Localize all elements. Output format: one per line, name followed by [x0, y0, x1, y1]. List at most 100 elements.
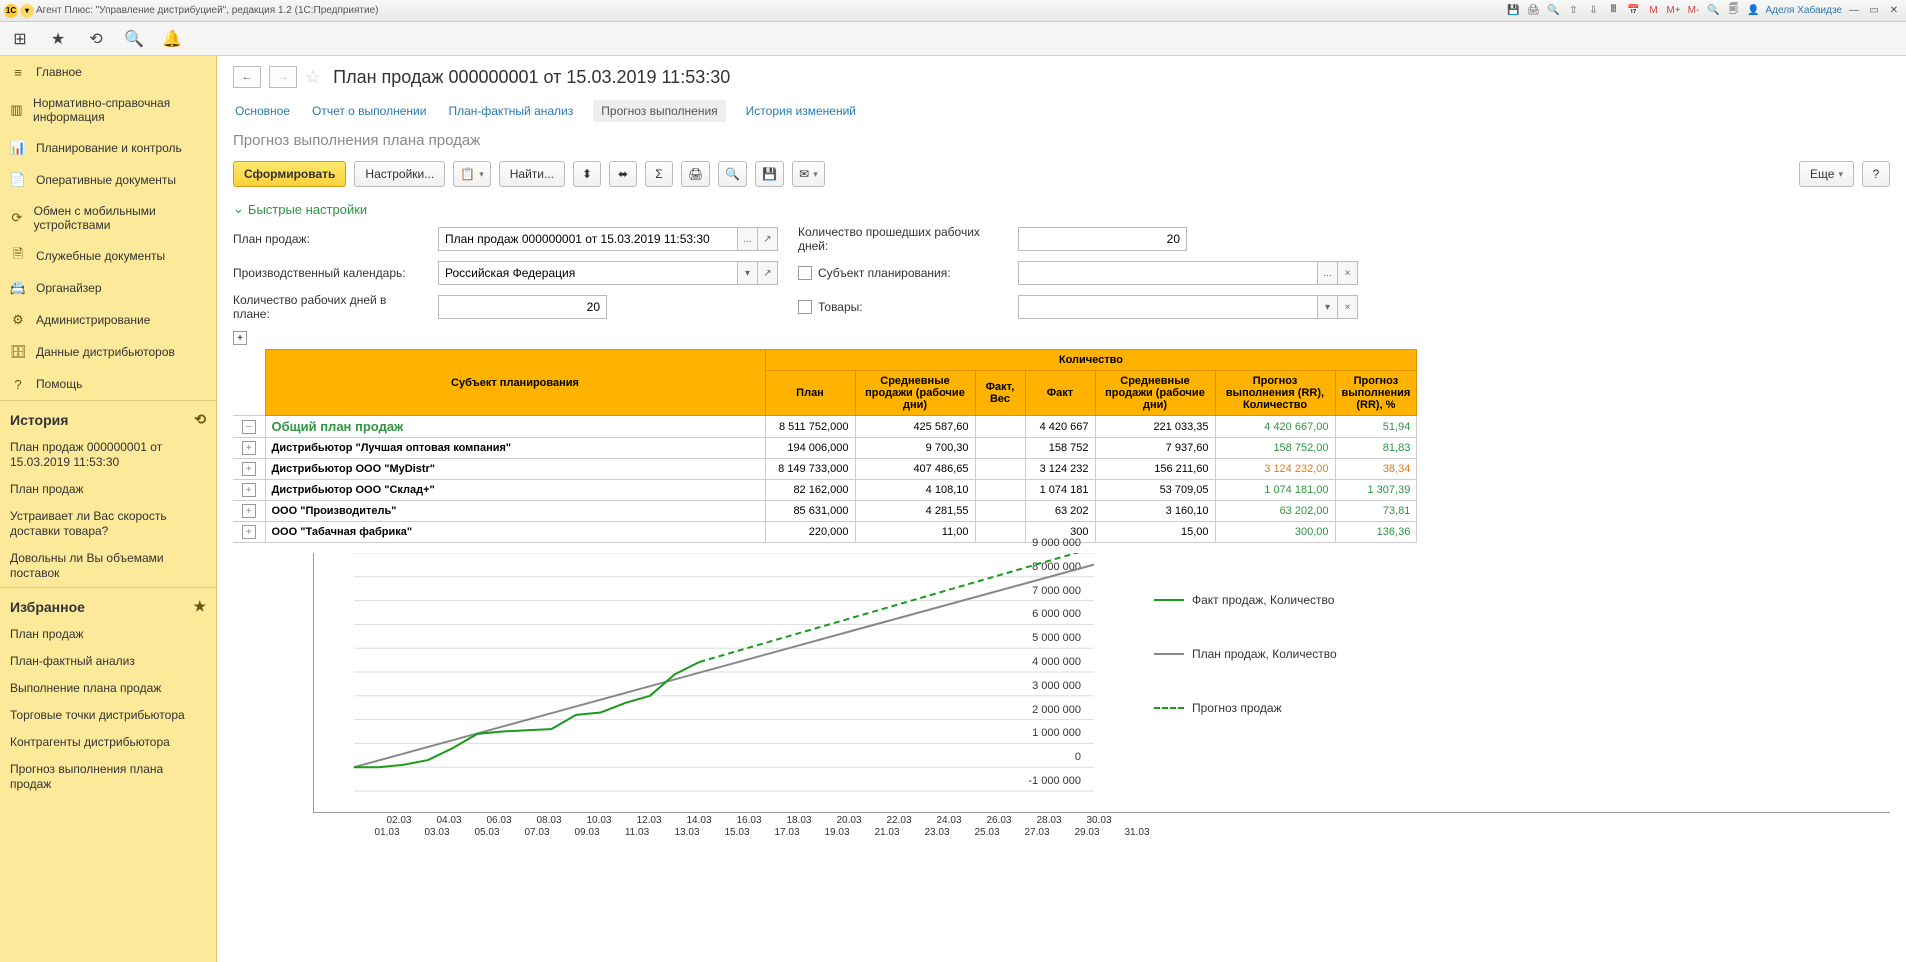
subject-input[interactable]	[1018, 261, 1318, 285]
history-item[interactable]: План продаж 000000001 от 15.03.2019 11:5…	[0, 434, 216, 476]
nav-label: Данные дистрибьюторов	[36, 345, 175, 359]
row-expand-button[interactable]: +	[242, 525, 256, 539]
nav-item[interactable]: 🗎Служебные документы	[0, 240, 216, 272]
col-plan: План	[765, 371, 855, 416]
collapse-button[interactable]: ⬌	[609, 161, 637, 187]
tab[interactable]: Отчет о выполнении	[310, 100, 428, 122]
save-button[interactable]: 💾	[755, 161, 784, 187]
tab[interactable]: История изменений	[744, 100, 858, 122]
subject-clear-button[interactable]: ×	[1338, 261, 1358, 285]
tab[interactable]: Прогноз выполнения	[593, 100, 725, 122]
table-row[interactable]: + Дистрибьютор "Лучшая оптовая компания"…	[233, 438, 1417, 459]
col-fact: Факт	[1025, 371, 1095, 416]
favorite-item[interactable]: Выполнение плана продаж	[0, 675, 216, 702]
favorite-item[interactable]: Прогноз выполнения плана продаж	[0, 756, 216, 798]
windows-icon[interactable]: 🗐	[1725, 3, 1741, 19]
favorite-item[interactable]: Контрагенты дистрибьютора	[0, 729, 216, 756]
row-expand-button[interactable]: –	[242, 420, 256, 434]
preview-icon[interactable]: 🔍	[1545, 3, 1561, 19]
sum-button[interactable]: Σ	[645, 161, 673, 187]
favorite-item[interactable]: План-фактный анализ	[0, 648, 216, 675]
plan-open-button[interactable]: ↗	[758, 227, 778, 251]
subject-select-button[interactable]: ...	[1318, 261, 1338, 285]
nav-item[interactable]: 📄Оперативные документы	[0, 164, 216, 196]
expand-all-button[interactable]: +	[233, 331, 247, 345]
favorite-item[interactable]: Торговые точки дистрибьютора	[0, 702, 216, 729]
calendar-icon[interactable]: 📅	[1625, 3, 1641, 19]
upload-icon[interactable]: ⇧	[1565, 3, 1581, 19]
search-icon[interactable]: 🔍	[124, 29, 144, 49]
calendar-open-button[interactable]: ↗	[758, 261, 778, 285]
nav-item[interactable]: ⚙Администрирование	[0, 304, 216, 336]
nav-item[interactable]: ?Помощь	[0, 368, 216, 400]
nav-item[interactable]: 📊Планирование и контроль	[0, 132, 216, 164]
email-button[interactable]: ✉▾	[792, 161, 825, 187]
passed-input[interactable]	[1018, 227, 1187, 251]
preview-button[interactable]: 🔍	[718, 161, 747, 187]
table-row[interactable]: + ООО "Табачная фабрика"220,00011,003001…	[233, 522, 1417, 543]
find-button[interactable]: Найти...	[499, 161, 565, 187]
goods-input[interactable]	[1018, 295, 1318, 319]
zoom-icon[interactable]: 🔍	[1705, 3, 1721, 19]
m-icon[interactable]: M	[1645, 3, 1661, 19]
history-item[interactable]: Устраивает ли Вас скорость доставки това…	[0, 503, 216, 545]
table-row[interactable]: – Общий план продаж8 511 752,000425 587,…	[233, 416, 1417, 438]
nav-item[interactable]: ≡Главное	[0, 56, 216, 88]
mminus-icon[interactable]: M-	[1685, 3, 1701, 19]
app-icon-2: ▾	[20, 4, 34, 18]
goods-clear-button[interactable]: ×	[1338, 295, 1358, 319]
workdays-input[interactable]	[438, 295, 607, 319]
help-button[interactable]: ?	[1862, 161, 1890, 187]
maximize-icon[interactable]: ▭	[1866, 3, 1882, 19]
history-item[interactable]: План продаж	[0, 476, 216, 503]
history-icon[interactable]: ⟲	[86, 29, 106, 49]
star-icon[interactable]: ★	[48, 29, 68, 49]
settings-button[interactable]: Настройки...	[354, 161, 445, 187]
calendar-label: Производственный календарь:	[233, 266, 418, 280]
expand-button[interactable]: ⬍	[573, 161, 601, 187]
table-row[interactable]: + Дистрибьютор ООО "Склад+"82 162,0004 1…	[233, 480, 1417, 501]
print-button[interactable]: 🖨	[681, 161, 710, 187]
favorites-star-icon[interactable]: ★	[193, 598, 206, 615]
table-row[interactable]: + ООО "Производитель"85 631,0004 281,556…	[233, 501, 1417, 522]
quick-settings-header[interactable]: ⌄ Быстрые настройки	[233, 201, 1890, 217]
favorite-star-icon[interactable]: ☆	[305, 67, 321, 88]
plan-select-button[interactable]: ...	[738, 227, 758, 251]
paste-button[interactable]: 📋▾	[453, 161, 490, 187]
print-icon[interactable]: 🖨	[1525, 3, 1541, 19]
row-expand-button[interactable]: +	[242, 504, 256, 518]
favorite-item[interactable]: План продаж	[0, 621, 216, 648]
row-expand-button[interactable]: +	[242, 441, 256, 455]
history-reload-icon[interactable]: ⟲	[194, 411, 206, 428]
goods-dd-button[interactable]: ▾	[1318, 295, 1338, 319]
bell-icon[interactable]: 🔔	[162, 29, 182, 49]
plan-input[interactable]	[438, 227, 738, 251]
generate-button[interactable]: Сформировать	[233, 161, 346, 187]
nav-back-button[interactable]: ←	[233, 66, 261, 88]
tab[interactable]: Основное	[233, 100, 292, 122]
download-icon[interactable]: ⇩	[1585, 3, 1601, 19]
calendar-input[interactable]	[438, 261, 738, 285]
goods-checkbox[interactable]	[798, 300, 812, 314]
nav-item[interactable]: ⟳Обмен с мобильными устройствами	[0, 196, 216, 240]
nav-item[interactable]: 🗄Данные дистрибьюторов	[0, 336, 216, 368]
apps-icon[interactable]: ⊞	[10, 29, 30, 49]
row-expand-button[interactable]: +	[242, 462, 256, 476]
more-button[interactable]: Еще▾	[1799, 161, 1854, 187]
save-icon[interactable]: 💾	[1505, 3, 1521, 19]
user-name[interactable]: Аделя Хабаидзе	[1765, 5, 1842, 16]
plan-label: План продаж:	[233, 232, 418, 246]
nav-item[interactable]: ▥Нормативно-справочная информация	[0, 88, 216, 132]
table-row[interactable]: + Дистрибьютор ООО "MyDistr"8 149 733,00…	[233, 459, 1417, 480]
subject-checkbox[interactable]	[798, 266, 812, 280]
nav-item[interactable]: 📇Органайзер	[0, 272, 216, 304]
close-icon[interactable]: ✕	[1886, 3, 1902, 19]
mplus-icon[interactable]: M+	[1665, 3, 1681, 19]
calendar-dd-button[interactable]: ▾	[738, 261, 758, 285]
nav-forward-button[interactable]: →	[269, 66, 297, 88]
calc-icon[interactable]: 🖩	[1605, 3, 1621, 19]
history-item[interactable]: Довольны ли Вы объемами поставок	[0, 545, 216, 587]
row-expand-button[interactable]: +	[242, 483, 256, 497]
minimize-icon[interactable]: —	[1846, 3, 1862, 19]
tab[interactable]: План-фактный анализ	[446, 100, 575, 122]
